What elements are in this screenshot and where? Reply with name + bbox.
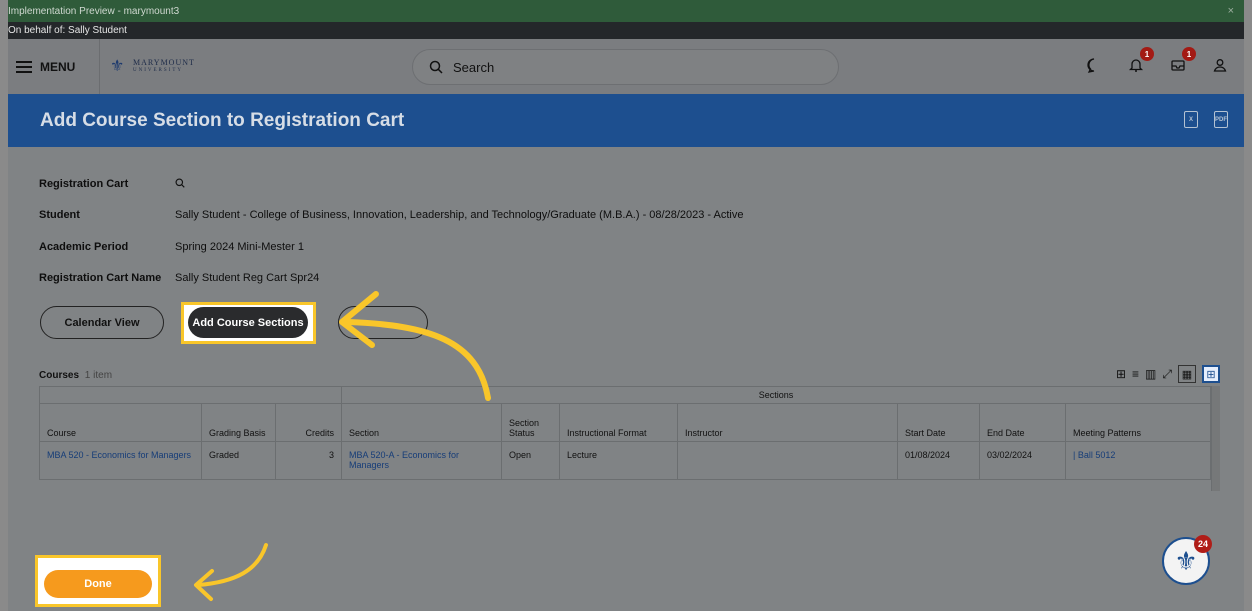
arrow-head-add-course (339, 291, 379, 348)
annotation-arrows (194, 291, 491, 601)
arrow-to-done (196, 543, 268, 587)
workday-window: Implementation Preview - marymount3 × On… (8, 0, 1244, 611)
arrow-to-add-course (345, 319, 491, 401)
